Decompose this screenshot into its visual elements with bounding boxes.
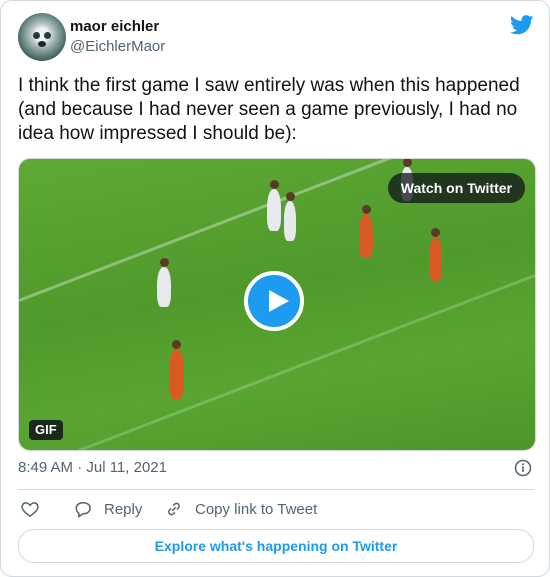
divider — [18, 489, 534, 490]
tweet-header: maor eichler @EichlerMaor — [18, 13, 534, 63]
player-figure — [157, 258, 171, 307]
player-figure — [284, 192, 296, 241]
reply-label: Reply — [104, 500, 143, 518]
heart-icon — [21, 502, 39, 517]
player-figure — [429, 228, 442, 281]
tweet-timestamp[interactable]: 8:49 AM · Jul 11, 2021 — [18, 459, 167, 476]
play-button[interactable] — [244, 271, 304, 331]
play-icon — [269, 290, 289, 312]
like-button[interactable] — [20, 498, 40, 520]
reply-button[interactable]: Reply — [73, 498, 142, 520]
author-name[interactable]: maor eichler — [70, 18, 159, 35]
twitter-logo-icon[interactable] — [510, 15, 534, 35]
tweet-actions: Reply Copy link to Tweet — [18, 498, 534, 520]
avatar[interactable] — [18, 13, 66, 61]
gif-badge: GIF — [29, 420, 63, 440]
player-figure — [359, 205, 373, 258]
info-icon[interactable] — [514, 459, 532, 477]
player-figure — [267, 180, 281, 231]
tweet-text: I think the first game I saw entirely wa… — [18, 75, 520, 144]
link-icon — [168, 502, 180, 516]
tweet-embed-card: maor eichler @EichlerMaor I think the fi… — [0, 0, 550, 577]
player-figure — [169, 340, 184, 399]
explore-twitter-button[interactable]: Explore what's happening on Twitter — [18, 529, 534, 563]
copy-link-label: Copy link to Tweet — [195, 500, 318, 518]
author-handle[interactable]: @EichlerMaor — [70, 38, 165, 55]
reply-icon — [75, 502, 91, 519]
copy-link-button[interactable]: Copy link to Tweet — [164, 498, 317, 520]
tweet-media-gif[interactable]: Watch on Twitter GIF — [18, 158, 536, 451]
watch-on-twitter-button[interactable]: Watch on Twitter — [387, 173, 525, 203]
